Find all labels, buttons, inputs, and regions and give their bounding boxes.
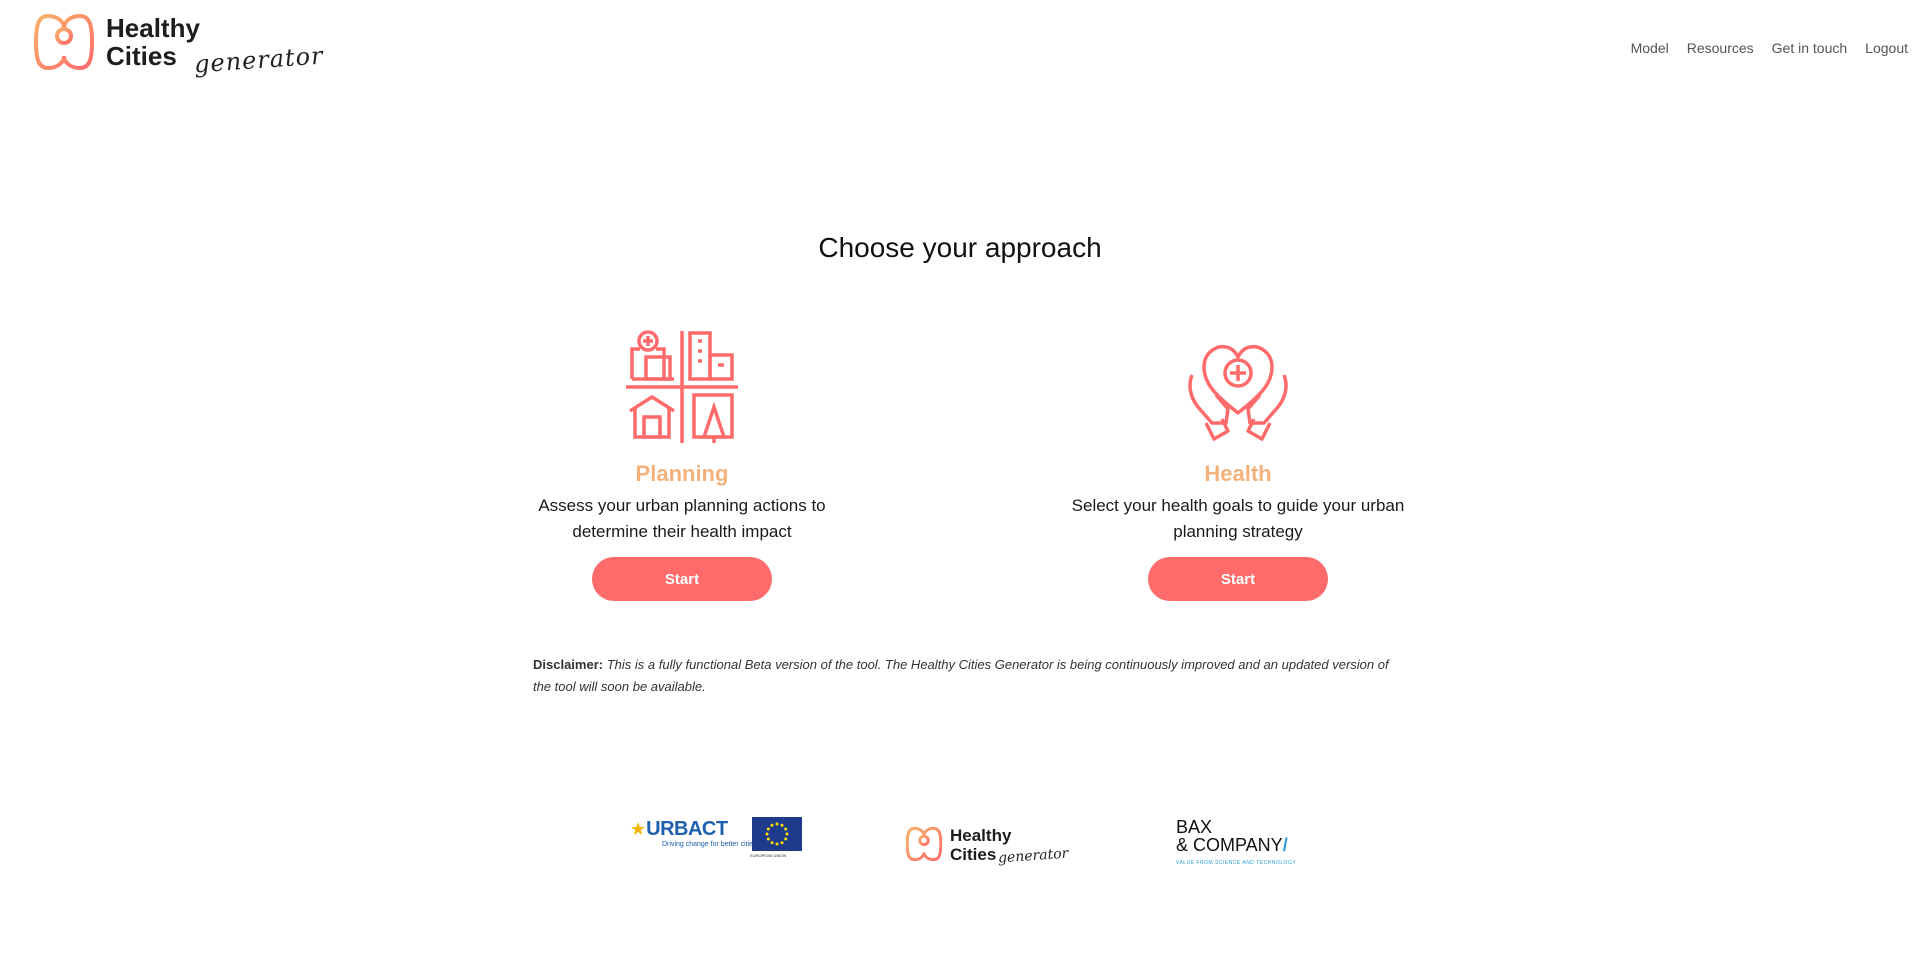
planning-card: Planning Assess your urban planning acti…	[512, 327, 852, 601]
bax-line-2: & COMPANY	[1176, 835, 1283, 855]
page-title: Choose your approach	[818, 232, 1102, 263]
health-title: Health	[1204, 461, 1272, 486]
eu-flag-icon	[752, 817, 802, 851]
urbact-tagline: Driving change for better cities	[662, 841, 757, 848]
bax-company-logo: BAX & COMPANY/ VALUE FROM SCIENCE AND TE…	[1176, 818, 1296, 872]
footer: ★URBACT Driving change for better cities…	[0, 810, 1920, 870]
planning-title: Planning	[635, 461, 729, 486]
logo-mark-icon	[34, 13, 94, 71]
nav-get-in-touch[interactable]: Get in touch	[1772, 40, 1848, 56]
nav-logout[interactable]: Logout	[1865, 40, 1908, 56]
city-buildings-icon	[626, 330, 738, 443]
nav-resources[interactable]: Resources	[1687, 40, 1754, 56]
eu-caption: EUROPEAN UNION	[750, 853, 787, 858]
logo-script: generator	[193, 41, 325, 79]
planning-start-button[interactable]: Start	[592, 557, 772, 601]
slash-icon: /	[1282, 835, 1288, 855]
health-description: Select your health goals to guide your u…	[1071, 496, 1405, 541]
planning-description: Assess your urban planning actions to de…	[538, 496, 826, 541]
logo-mark-icon	[906, 826, 942, 862]
top-nav: Model Resources Get in touch Logout	[1631, 40, 1908, 56]
disclaimer: Disclaimer: This is a fully functional B…	[533, 654, 1393, 698]
header: Healthy Cities generator Model Resources…	[0, 0, 1920, 100]
footer-healthy-cities-logo: Healthy Cities generator	[906, 826, 1069, 866]
health-start-button[interactable]: Start	[1148, 557, 1328, 601]
health-card: Health Select your health goals to guide…	[1068, 327, 1408, 601]
heart-hands-icon	[1188, 344, 1288, 441]
star-icon: ★	[630, 819, 647, 839]
footer-logo-line-1: Healthy	[950, 826, 1012, 845]
logo-text: Healthy Cities	[106, 14, 200, 70]
bax-line-1: BAX	[1176, 817, 1213, 837]
nav-model[interactable]: Model	[1631, 40, 1669, 56]
logo-line-1: Healthy	[106, 13, 200, 43]
healthy-cities-logo[interactable]: Healthy Cities generator	[34, 12, 324, 78]
disclaimer-text: This is a fully functional Beta version …	[533, 657, 1389, 694]
logo-line-2: Cities	[106, 41, 177, 71]
disclaimer-label: Disclaimer:	[533, 657, 604, 672]
urbact-name: URBACT	[646, 818, 728, 840]
footer-logo-script: generator	[997, 845, 1069, 867]
bax-tagline: VALUE FROM SCIENCE AND TECHNOLOGY	[1176, 860, 1297, 866]
urbact-logo: ★URBACT Driving change for better cities	[630, 818, 757, 849]
